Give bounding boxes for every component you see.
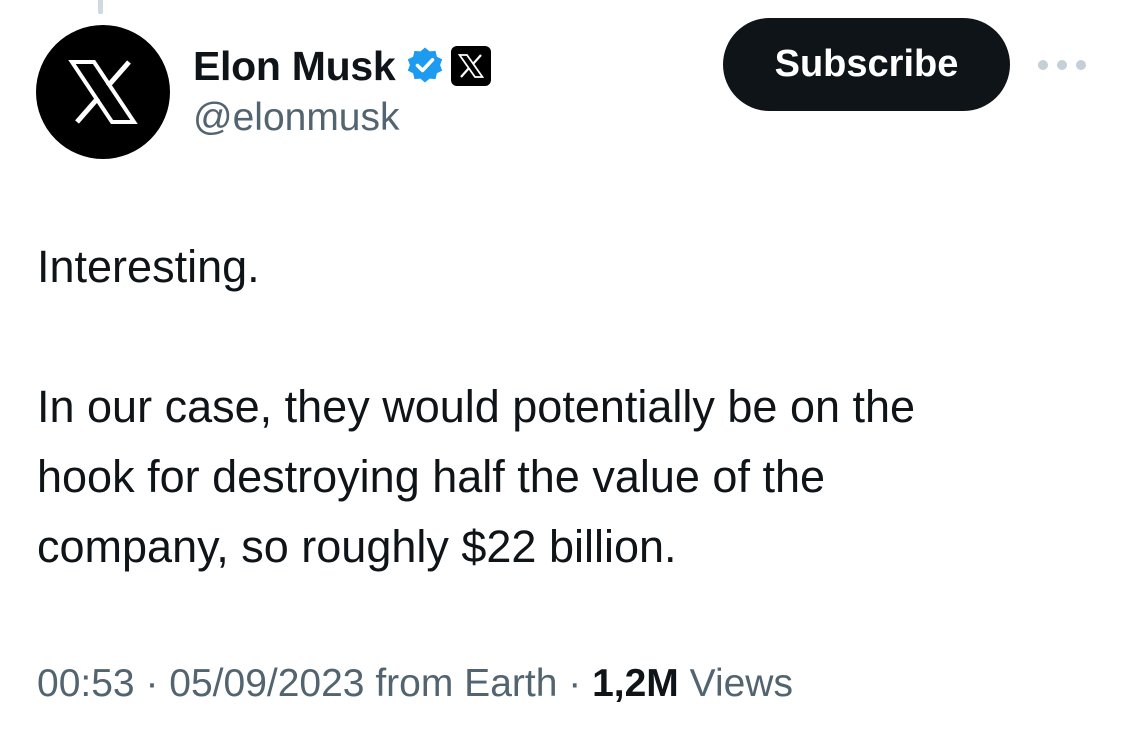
tweet-source: from Earth	[375, 662, 558, 705]
more-dot	[1038, 60, 1048, 70]
more-dot	[1076, 60, 1086, 70]
tweet-text: Interesting. In our case, they would pot…	[37, 232, 1097, 582]
tweet-line: In our case, they would potentially be o…	[37, 381, 916, 432]
author-handle[interactable]: @elonmusk	[193, 96, 400, 140]
meta-separator: ·	[145, 662, 159, 705]
views-label[interactable]: Views	[690, 662, 793, 705]
tweet-line: company, so roughly $22 billion.	[37, 521, 677, 572]
subscribe-button[interactable]: Subscribe	[723, 18, 1010, 111]
avatar[interactable]	[36, 25, 170, 159]
tweet-line: hook for destroying half the value of th…	[37, 451, 826, 502]
more-options-icon[interactable]	[1038, 52, 1086, 78]
views-count[interactable]: 1,2M	[592, 662, 679, 705]
author-display-name[interactable]: Elon Musk	[193, 43, 396, 90]
tweet-time[interactable]: 00:53	[37, 662, 135, 705]
x-logo-icon	[68, 60, 138, 124]
tweet-meta-row: 00:53 · 05/09/2023 from Earth · 1,2M Vie…	[37, 656, 793, 712]
author-name-row: Elon Musk	[193, 38, 492, 94]
meta-separator: ·	[568, 662, 582, 705]
tweet-paragraph: Interesting.	[37, 241, 260, 292]
thread-connector-line	[98, 0, 103, 14]
more-dot	[1057, 60, 1067, 70]
x-affiliate-badge-icon[interactable]	[451, 46, 492, 86]
verified-badge-icon[interactable]	[405, 46, 445, 86]
tweet-date[interactable]: 05/09/2023	[169, 662, 364, 705]
